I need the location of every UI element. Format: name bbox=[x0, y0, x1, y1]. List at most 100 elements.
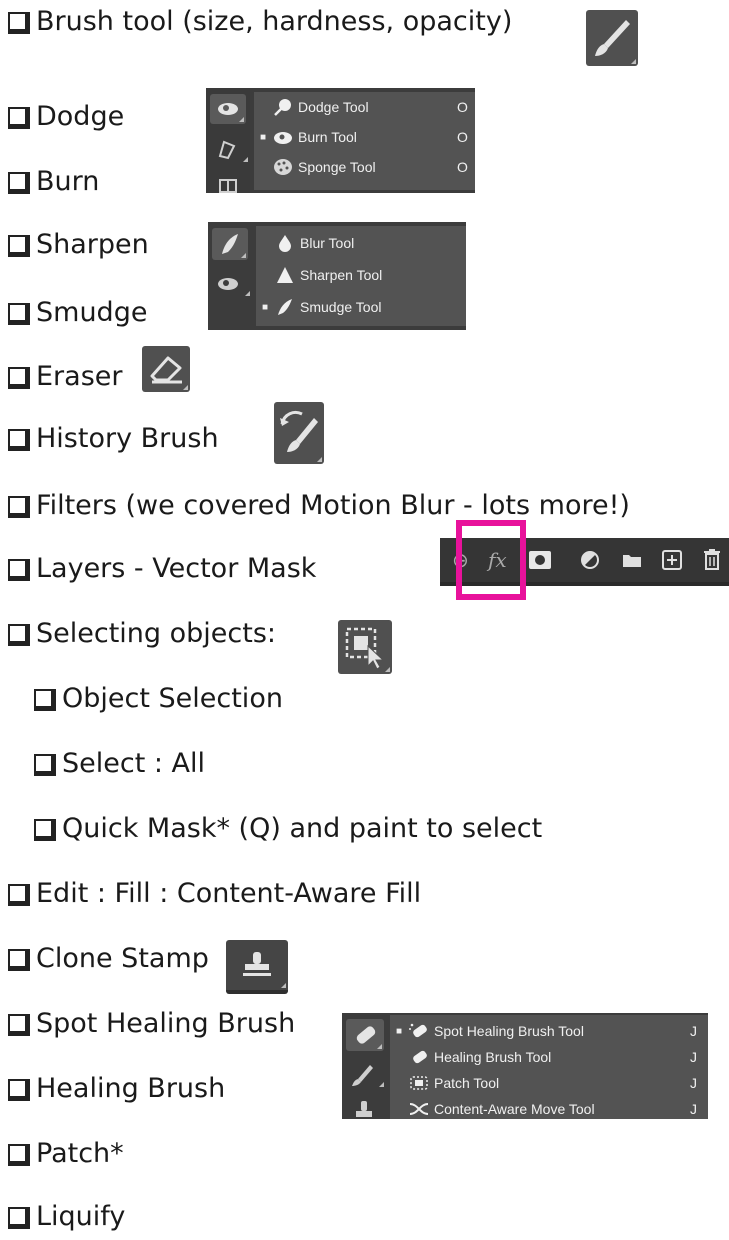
menu-item-spot-healing-brush-tool[interactable]: ■ Spot Healing Brush Tool J bbox=[390, 1020, 708, 1042]
checklist-item-history-brush: History Brush bbox=[8, 425, 219, 452]
item-label: Clone Stamp bbox=[36, 943, 209, 974]
checkbox-icon[interactable] bbox=[8, 429, 30, 451]
spot-healing-icon bbox=[408, 1022, 430, 1040]
history-brush-icon bbox=[280, 410, 318, 452]
checklist-item-object-selection: Object Selection bbox=[34, 685, 283, 712]
brush-rail-tile[interactable] bbox=[342, 1059, 386, 1089]
item-label: History Brush bbox=[36, 423, 219, 454]
checkbox-icon[interactable] bbox=[8, 1207, 30, 1229]
dodge-icon bbox=[272, 98, 294, 116]
history-brush-tool-tile[interactable] bbox=[274, 402, 324, 464]
corner-indicator bbox=[183, 385, 188, 390]
checklist-item-liquify: Liquify bbox=[8, 1203, 125, 1230]
checkbox-icon[interactable] bbox=[8, 884, 30, 906]
pen-rail-tile[interactable] bbox=[206, 132, 250, 164]
item-label: Burn bbox=[36, 166, 100, 197]
healing-rail-tile[interactable] bbox=[346, 1019, 384, 1051]
checkbox-icon[interactable] bbox=[8, 303, 30, 325]
menu-item-healing-brush-tool[interactable]: Healing Brush Tool J bbox=[390, 1046, 708, 1068]
shortcut-key: J bbox=[690, 1075, 697, 1091]
menu-item-dodge-tool[interactable]: Dodge Tool O bbox=[254, 96, 475, 118]
object-selection-tool-tile[interactable] bbox=[338, 620, 392, 674]
item-label: Eraser bbox=[36, 361, 123, 392]
checkbox-icon[interactable] bbox=[8, 1014, 30, 1036]
item-label: Filters (we covered Motion Blur - lots m… bbox=[36, 490, 630, 521]
corner-indicator bbox=[243, 157, 248, 162]
burn-rail-tile[interactable] bbox=[208, 268, 252, 298]
menu-item-label: Smudge Tool bbox=[300, 299, 382, 315]
checkbox-icon[interactable] bbox=[8, 496, 30, 518]
menu-item-label: Sponge Tool bbox=[298, 159, 376, 175]
menu-item-patch-tool[interactable]: Patch Tool J bbox=[390, 1072, 708, 1094]
blur-icon bbox=[274, 234, 296, 252]
menu-item-sponge-tool[interactable]: Sponge Tool O bbox=[254, 156, 475, 178]
checkbox-icon[interactable] bbox=[34, 754, 56, 776]
selected-marker: ■ bbox=[261, 301, 269, 313]
healing-brush-icon bbox=[408, 1048, 430, 1066]
checklist-item-sharpen: Sharpen bbox=[8, 231, 149, 258]
menu-item-label: Burn Tool bbox=[298, 129, 357, 145]
object-selection-icon bbox=[345, 627, 385, 670]
item-label: Liquify bbox=[36, 1201, 126, 1232]
smudge-rail-tile[interactable] bbox=[212, 228, 248, 260]
item-label: Layers - Vector Mask bbox=[36, 553, 317, 584]
checklist-item-healing-brush: Healing Brush bbox=[8, 1075, 225, 1102]
item-label: Dodge bbox=[36, 101, 125, 132]
checkbox-icon[interactable] bbox=[8, 12, 30, 34]
item-label: Selecting objects: bbox=[36, 618, 276, 649]
folder-icon[interactable] bbox=[622, 552, 642, 572]
menu-item-blur-tool[interactable]: Blur Tool bbox=[256, 232, 466, 254]
corner-indicator bbox=[239, 117, 244, 122]
menu-item-sharpen-tool[interactable]: Sharpen Tool bbox=[256, 264, 466, 286]
checkbox-icon[interactable] bbox=[8, 949, 30, 971]
checklist-item-selecting-objects: Selecting objects: bbox=[8, 620, 276, 647]
grid-rail-tile[interactable] bbox=[206, 172, 250, 193]
shortcut-key: O bbox=[457, 99, 468, 115]
brush-tool-tile[interactable] bbox=[586, 10, 638, 66]
blur-menu: Blur Tool Sharpen Tool ■ Smudge Tool bbox=[256, 226, 466, 326]
brush-icon bbox=[595, 20, 630, 56]
menu-item-content-aware-move-tool[interactable]: Content-Aware Move Tool J bbox=[390, 1098, 708, 1119]
shortcut-key: J bbox=[690, 1023, 697, 1039]
checkbox-icon[interactable] bbox=[34, 819, 56, 841]
shortcut-key: J bbox=[690, 1101, 697, 1117]
adjustment-icon[interactable] bbox=[580, 550, 602, 576]
checkbox-icon[interactable] bbox=[8, 107, 30, 129]
checkbox-icon[interactable] bbox=[8, 559, 30, 581]
checkbox-icon[interactable] bbox=[8, 367, 30, 389]
checklist-item-spot-healing: Spot Healing Brush bbox=[8, 1010, 295, 1037]
new-layer-icon[interactable] bbox=[662, 550, 682, 574]
clone-stamp-icon bbox=[243, 952, 271, 976]
shortcut-key: J bbox=[690, 1049, 697, 1065]
clone-stamp-tool-tile[interactable] bbox=[226, 940, 288, 994]
healing-menu: ■ Spot Healing Brush Tool J Healing Brus… bbox=[390, 1015, 708, 1119]
vector-mask-icon[interactable] bbox=[528, 550, 552, 574]
menu-item-burn-tool[interactable]: ■ Burn Tool O bbox=[254, 126, 475, 148]
checkbox-icon[interactable] bbox=[8, 1144, 30, 1166]
sharpen-icon bbox=[274, 266, 296, 284]
checkbox-icon[interactable] bbox=[34, 689, 56, 711]
shortcut-key: O bbox=[457, 159, 468, 175]
vector-mask-highlight-box bbox=[456, 520, 526, 600]
dodge-rail-tile[interactable] bbox=[210, 94, 246, 124]
checkbox-icon[interactable] bbox=[8, 624, 30, 646]
checklist-item-patch: Patch* bbox=[8, 1140, 124, 1167]
menu-item-label: Patch Tool bbox=[434, 1075, 500, 1091]
eraser-tool-tile[interactable] bbox=[142, 346, 190, 392]
content-aware-move-icon bbox=[408, 1100, 430, 1118]
item-label: Brush tool (size, hardness, opacity) bbox=[36, 6, 513, 37]
stamp-rail-tile[interactable] bbox=[342, 1097, 386, 1119]
checklist-item-brush-tool: Brush tool (size, hardness, opacity) bbox=[8, 8, 512, 35]
checkbox-icon[interactable] bbox=[8, 1079, 30, 1101]
selected-marker: ■ bbox=[259, 131, 267, 143]
trash-icon[interactable] bbox=[702, 548, 722, 574]
checkbox-icon[interactable] bbox=[8, 235, 30, 257]
menu-item-smudge-tool[interactable]: ■ Smudge Tool bbox=[256, 296, 466, 318]
item-label: Edit : Fill : Content-Aware Fill bbox=[36, 878, 422, 909]
checkbox-icon[interactable] bbox=[8, 172, 30, 194]
corner-indicator bbox=[281, 983, 286, 988]
corner-indicator bbox=[317, 457, 322, 462]
checklist-item-eraser: Eraser bbox=[8, 363, 122, 390]
menu-item-label: Content-Aware Move Tool bbox=[434, 1101, 595, 1117]
checklist-item-content-aware-fill: Edit : Fill : Content-Aware Fill bbox=[8, 880, 421, 907]
